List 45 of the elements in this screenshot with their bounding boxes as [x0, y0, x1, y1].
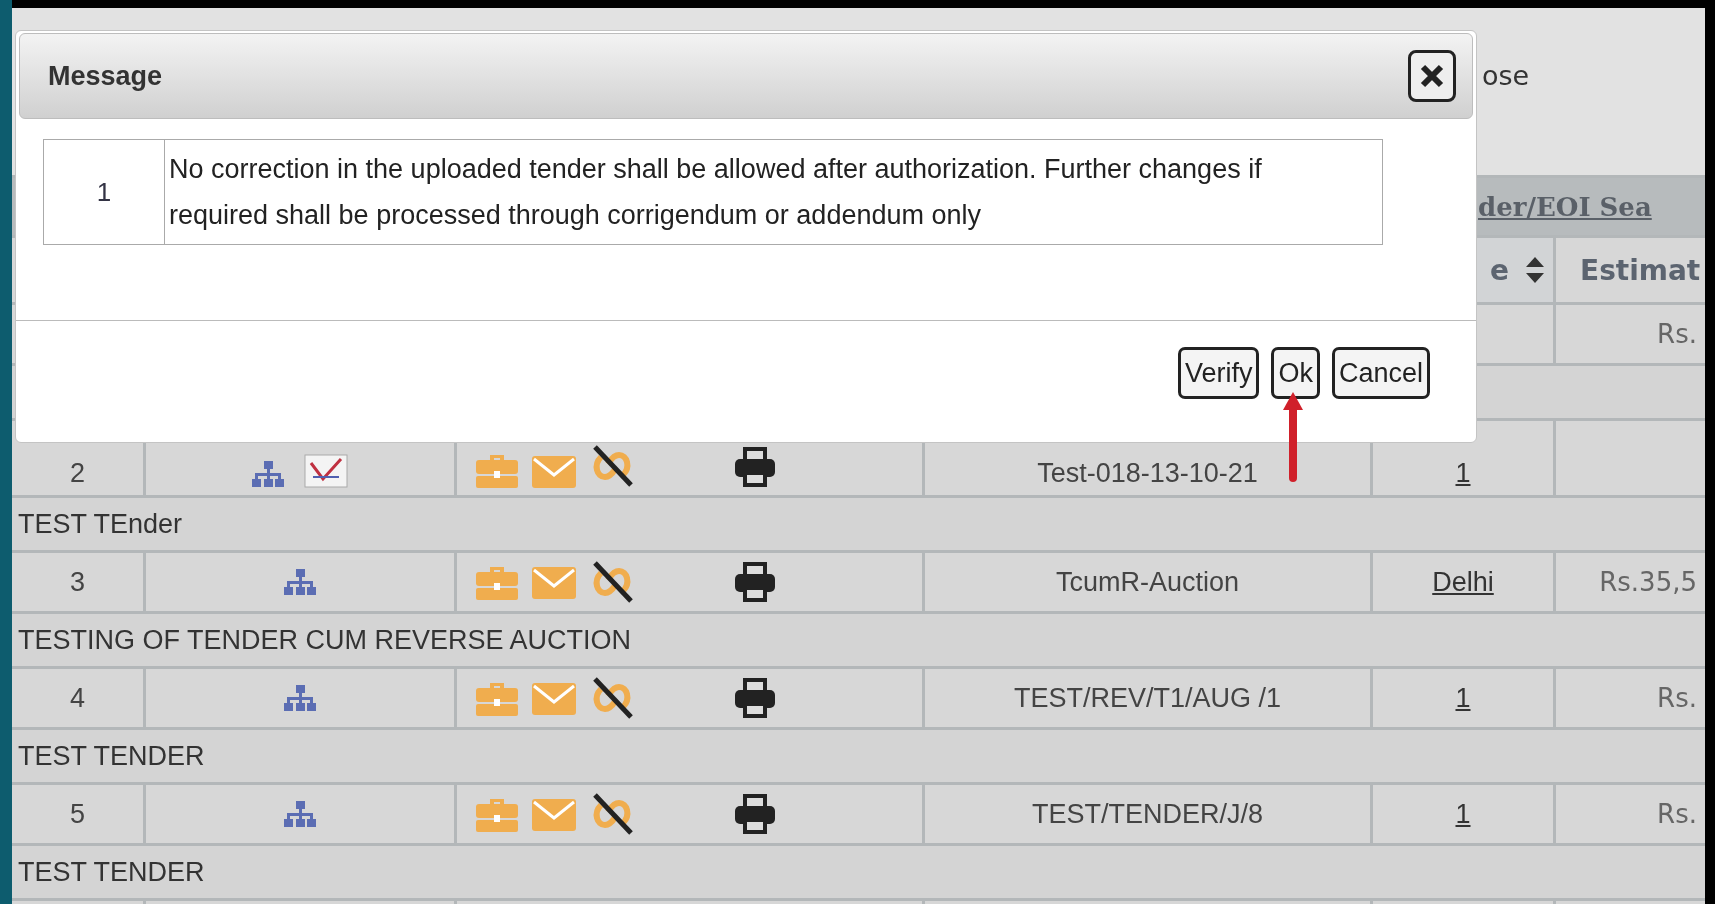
- printer-icon[interactable]: [733, 445, 777, 489]
- close-button[interactable]: [1408, 50, 1456, 102]
- envelope-icon[interactable]: [531, 564, 577, 600]
- dialog-button[interactable]: Verify: [1177, 347, 1260, 399]
- location-link[interactable]: Delhi: [1432, 566, 1494, 598]
- cell-text: 4: [70, 682, 85, 714]
- location-link[interactable]: 1: [1455, 798, 1471, 830]
- envelope-icon[interactable]: [531, 680, 577, 716]
- location-link[interactable]: 1: [1455, 458, 1471, 489]
- envelope-icon[interactable]: [531, 453, 577, 489]
- certificate-icon[interactable]: [303, 453, 349, 489]
- tender-description: TEST TENDER: [18, 740, 205, 772]
- cell-text: Rs.: [1657, 799, 1697, 829]
- printer-icon[interactable]: [733, 676, 777, 720]
- cell-text: TEST/REV/T1/AUG /1: [1013, 682, 1282, 714]
- dialog-button[interactable]: Ok: [1271, 347, 1320, 399]
- location-link[interactable]: 1: [1455, 682, 1471, 714]
- cell-text: Rs.35,5: [1599, 567, 1697, 597]
- column-header-label: e: [1490, 253, 1509, 287]
- cell-text: TcumR-Auction: [1055, 566, 1240, 598]
- message-text: No correction in the uploaded tender shall be allowed after authorization. Further changes if required shall be processed through corrigendum or addendum only: [168, 153, 1263, 232]
- cell-text: 5: [70, 798, 85, 830]
- sitemap-icon[interactable]: [283, 683, 317, 713]
- column-header-label: Estimat: [1579, 253, 1701, 287]
- tender-description: TEST TENDER: [18, 856, 205, 888]
- cell-text: TEST/TENDER/J/8: [1032, 798, 1263, 830]
- cell-text: 3: [70, 566, 85, 598]
- message-number: 1: [44, 140, 165, 244]
- printer-icon[interactable]: [733, 792, 777, 836]
- close-icon: [1419, 63, 1445, 89]
- sort-icon[interactable]: [1525, 255, 1545, 285]
- dialog-title: Message: [48, 60, 163, 92]
- printer-icon[interactable]: [733, 560, 777, 604]
- tender-description: TESTING OF TENDER CUM REVERSE AUCTION: [18, 624, 632, 656]
- cell-text: 2: [70, 458, 85, 489]
- sitemap-icon[interactable]: [283, 799, 317, 829]
- cell-text: Test-018-13-10-21: [1037, 458, 1258, 489]
- sitemap-icon[interactable]: [251, 459, 285, 489]
- envelope-icon[interactable]: [531, 796, 577, 832]
- cell-text: Rs.: [1657, 683, 1697, 713]
- cell-text: Rs.: [1657, 319, 1697, 349]
- close-link-text[interactable]: ose: [1482, 60, 1530, 91]
- tender-description: TEST TEnder: [18, 508, 183, 540]
- dialog-button[interactable]: Cancel: [1331, 347, 1430, 399]
- sitemap-icon[interactable]: [283, 567, 317, 597]
